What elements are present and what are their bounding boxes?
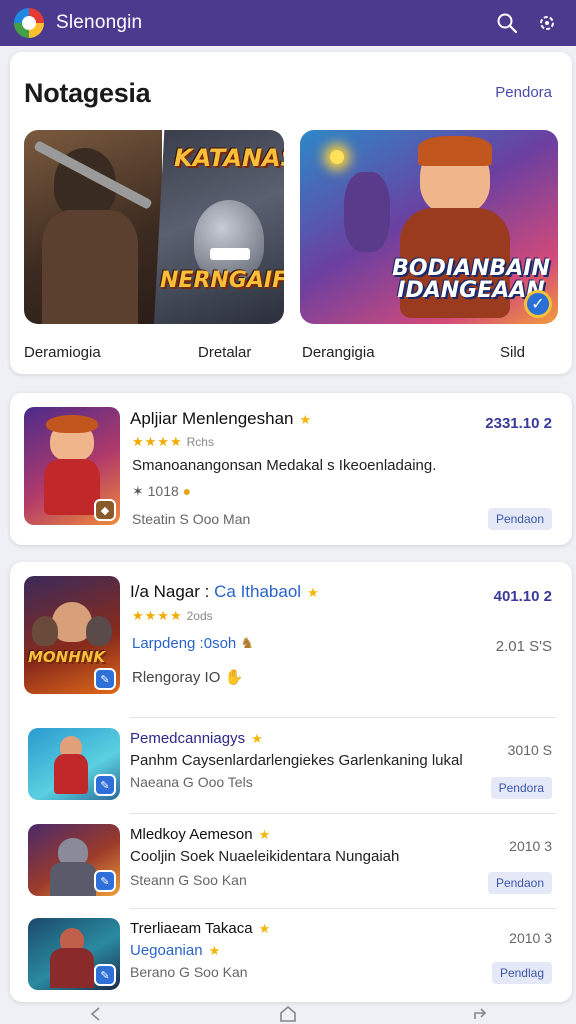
corner-badge-icon: ✎ bbox=[94, 774, 116, 796]
list-item-price: 401.10 2 bbox=[493, 588, 552, 605]
app-name: Apljiar Menlengeshan ★ bbox=[130, 409, 312, 428]
list-item-price-secondary: 2.01 S'S bbox=[495, 638, 552, 655]
app-list: MONHNK ✎ I/a Nagar : Ca Ithabaol ★ ★★★★ 2o… bbox=[10, 562, 572, 1002]
list-item-meta: Naeana G Ooo Tels bbox=[130, 774, 253, 790]
list-item-thumbnail[interactable]: MONHNK ✎ bbox=[24, 576, 120, 694]
divider bbox=[130, 908, 556, 909]
list-item-subtitle: Uegoanian ★ bbox=[130, 942, 221, 959]
verified-icon: ✓ bbox=[524, 290, 552, 318]
app-rating: ★★★★ Rchs bbox=[132, 434, 214, 449]
list-item-meta: Berano G Soo Kan bbox=[130, 964, 248, 980]
featured-section: Notagesia Pendora KATANAS NERNGAIF BODIA… bbox=[10, 52, 572, 374]
list-item-description: Cooljin Soek Nuaeleikidentara Nungaiah bbox=[130, 848, 400, 865]
app-bar: Slenongin bbox=[0, 0, 576, 46]
list-item-name: Mledkoy Aemeson ★ bbox=[130, 826, 271, 843]
share-icon[interactable] bbox=[470, 1004, 490, 1024]
list-item-price: 2010 3 bbox=[509, 930, 552, 946]
list-item-price: 2010 3 bbox=[509, 838, 552, 854]
list-item-name: I/a Nagar : Ca Ithabaol ★ bbox=[130, 582, 319, 601]
gear-icon[interactable] bbox=[532, 8, 562, 38]
banner-1-title-bottom: NERNGAIF bbox=[160, 268, 284, 293]
featured-label-3: Derangigia bbox=[302, 344, 375, 361]
list-item-sublink[interactable]: Larpdeng :0soh ♞ bbox=[132, 634, 254, 652]
list-item-action-button[interactable]: Pendaon bbox=[487, 872, 552, 894]
list-item-thumbnail[interactable]: ✎ bbox=[28, 728, 120, 800]
featured-banner-1[interactable]: KATANAS NERNGAIF bbox=[24, 130, 284, 324]
divider bbox=[130, 717, 556, 718]
app-card[interactable]: ◆ Apljiar Menlengeshan ★ ★★★★ Rchs Smanoan… bbox=[10, 393, 572, 545]
home-icon[interactable] bbox=[278, 1004, 298, 1024]
corner-badge-icon: ✎ bbox=[94, 668, 116, 690]
corner-badge-icon: ✎ bbox=[94, 964, 116, 986]
banner-1-title-top: KATANAS bbox=[174, 144, 284, 172]
app-title: Slenongin bbox=[56, 12, 143, 33]
system-nav-bar bbox=[0, 1004, 576, 1024]
list-thumb-text: MONHNK bbox=[28, 648, 105, 666]
featured-banner-2[interactable]: BODIANBAIN IDANGEAAN ✓ bbox=[300, 130, 558, 324]
app-meta: Steatin S Ooo Man bbox=[132, 511, 251, 527]
section-title: Notagesia bbox=[24, 78, 151, 108]
list-item-thumbnail[interactable]: ✎ bbox=[28, 918, 120, 990]
app-thumbnail: ◆ bbox=[24, 407, 120, 525]
list-item-thumbnail[interactable]: ✎ bbox=[28, 824, 120, 896]
back-icon[interactable] bbox=[86, 1004, 106, 1024]
app-corner-icon: ◆ bbox=[94, 499, 116, 521]
divider bbox=[130, 813, 556, 814]
search-icon[interactable] bbox=[492, 8, 522, 38]
list-item-meta: Steann G Soo Kan bbox=[130, 872, 247, 888]
list-item-action-button[interactable]: Pendlag bbox=[491, 962, 552, 984]
app-logo-icon bbox=[14, 8, 44, 38]
list-item-meta: Rlengoray IO ✋ bbox=[132, 669, 244, 686]
list-item-name: Trerliaeam Takaca ★ bbox=[130, 920, 271, 937]
app-action-button[interactable]: Pendaon bbox=[487, 508, 552, 530]
app-price: 2331.10 2 bbox=[485, 415, 552, 432]
featured-label-2: Dretalar bbox=[198, 344, 252, 361]
list-item-action-button[interactable]: Pendora bbox=[490, 777, 552, 799]
corner-badge-icon: ✎ bbox=[94, 870, 116, 892]
featured-label-1: Deramiogia bbox=[24, 344, 101, 361]
list-item-rating: ★★★★ 2ods bbox=[132, 608, 213, 623]
list-item-name: Pemedcanniagys ★ bbox=[130, 730, 263, 747]
list-item-description: Panhm Caysenlardarlengiekes Garlenkaning… bbox=[130, 752, 463, 769]
app-count: ✶ 1018 ● bbox=[132, 483, 192, 499]
see-more-link[interactable]: Pendora bbox=[495, 84, 552, 101]
list-item-price: 3010 S bbox=[507, 742, 552, 758]
featured-label-4: Sild bbox=[500, 344, 526, 361]
app-description: Smanoanangonsan Medakal s Ikeoenladaing. bbox=[132, 457, 437, 474]
